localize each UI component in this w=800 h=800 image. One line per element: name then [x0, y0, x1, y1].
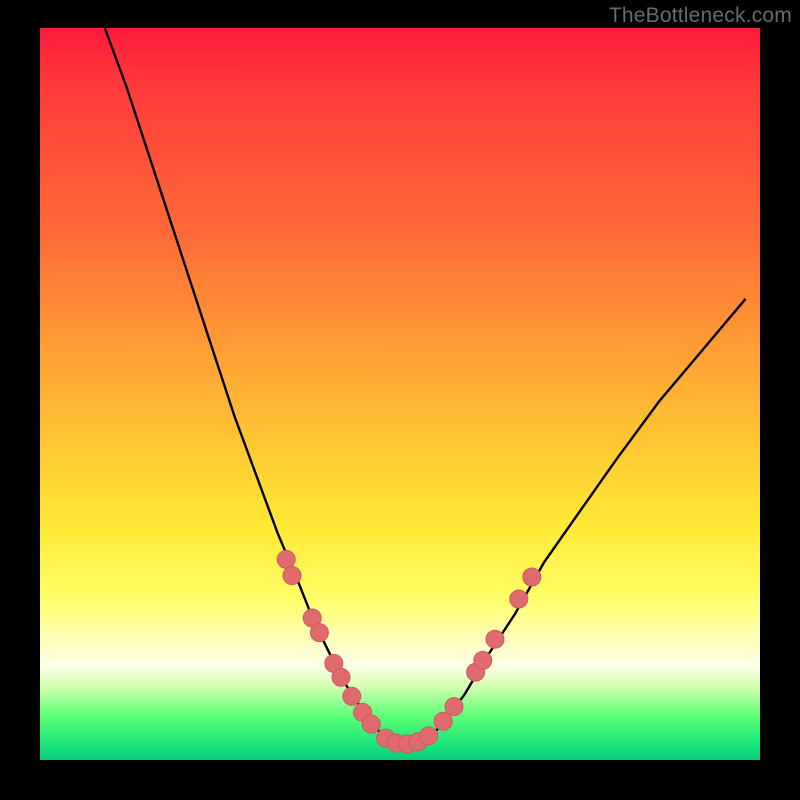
bottleneck-curve [105, 28, 746, 745]
chart-frame: TheBottleneck.com [0, 0, 800, 800]
curve-svg [40, 28, 760, 760]
plot-area [40, 28, 760, 760]
highlight-dots [277, 550, 541, 753]
watermark-text: TheBottleneck.com [609, 4, 792, 28]
